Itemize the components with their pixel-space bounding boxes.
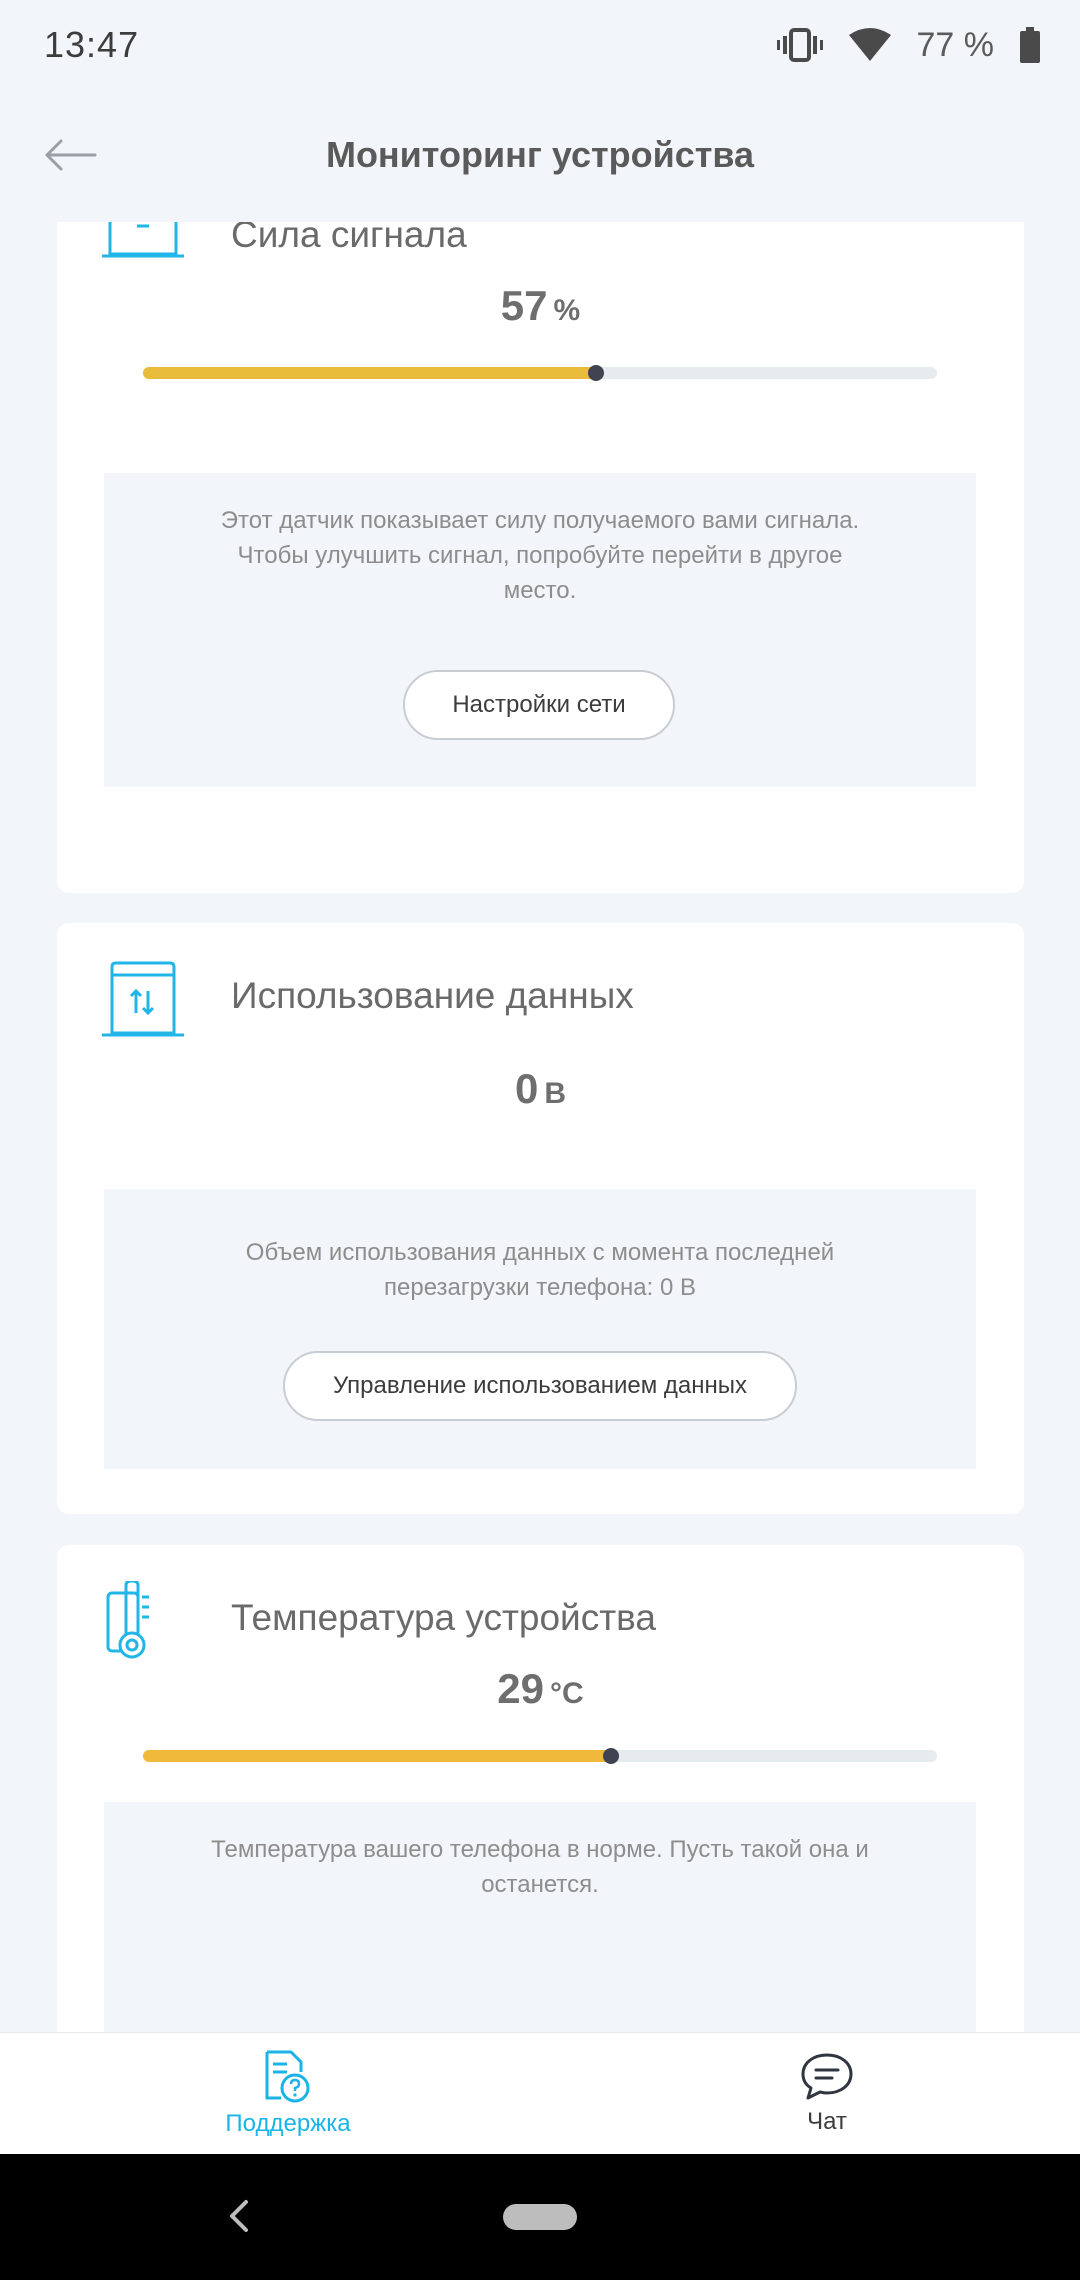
battery-percent: 77 % bbox=[916, 25, 995, 64]
nav-chat-label: Чат bbox=[807, 2108, 847, 2135]
temperature-title: Температура устройства bbox=[231, 1597, 656, 1638]
app-header: Мониторинг устройства bbox=[0, 90, 1080, 220]
temperature-knob bbox=[603, 1748, 620, 1764]
temperature-info-box: Температура вашего телефона в норме. Пус… bbox=[104, 1802, 976, 2032]
network-settings-button[interactable]: Настройки сети bbox=[403, 670, 675, 740]
back-button[interactable] bbox=[40, 125, 100, 185]
temperature-value: 29 °C bbox=[497, 1665, 584, 1712]
battery-icon bbox=[1020, 27, 1040, 63]
system-back-icon[interactable] bbox=[220, 2196, 260, 2236]
monitoring-list[interactable]: Сила сигнала 57% Этот датчик показывает … bbox=[0, 222, 1080, 2032]
data-usage-info-box: Объем использования данных с момента пос… bbox=[104, 1189, 976, 1469]
data-usage-value: 0B bbox=[514, 1065, 567, 1112]
bottom-nav: Поддержка Чат bbox=[0, 2032, 1080, 2154]
back-arrow-icon bbox=[45, 139, 97, 171]
router-icon bbox=[102, 222, 184, 258]
temperature-bar bbox=[143, 1748, 937, 1764]
status-bar: 13:47 77 % bbox=[0, 0, 1080, 90]
data-usage-title: Использование данных bbox=[231, 975, 634, 1016]
signal-info-box: Этот датчик показывает силу получаемого … bbox=[104, 473, 976, 787]
signal-title: Сила сигнала bbox=[231, 222, 467, 255]
nav-support-label: Поддержка bbox=[225, 2110, 351, 2137]
temperature-fill bbox=[143, 1750, 612, 1762]
temperature-card: Температура устройства 29 °C Температура … bbox=[57, 1545, 1024, 2032]
nav-chat[interactable]: Чат bbox=[677, 2033, 977, 2155]
support-document-icon bbox=[265, 2050, 310, 2103]
system-nav-bar bbox=[0, 2154, 1080, 2280]
data-transfer-icon bbox=[102, 961, 184, 1037]
vibrate-icon bbox=[776, 28, 823, 62]
status-icons: 77 % bbox=[776, 25, 1040, 65]
signal-card: Сила сигнала 57% Этот датчик показывает … bbox=[57, 222, 1024, 893]
page-title: Мониторинг устройства bbox=[325, 134, 755, 175]
wifi-icon bbox=[848, 28, 891, 62]
chat-bubble-icon bbox=[801, 2053, 853, 2100]
status-time: 13:47 bbox=[44, 24, 140, 65]
data-usage-card: Использование данных 0B Объем использова… bbox=[57, 923, 1024, 1514]
manage-data-usage-button[interactable]: Управление использованием данных bbox=[283, 1351, 797, 1421]
signal-strength-fill bbox=[143, 367, 596, 379]
signal-strength-knob bbox=[587, 365, 604, 381]
data-usage-info-text: Объем использования данных с момента пос… bbox=[245, 1239, 835, 1301]
nav-support[interactable]: Поддержка bbox=[138, 2033, 438, 2155]
thermometer-icon bbox=[106, 1581, 149, 1659]
temperature-info-text: Температура вашего телефона в норме. Пус… bbox=[211, 1836, 869, 1898]
signal-value: 57% bbox=[500, 282, 581, 329]
signal-info-text: Этот датчик показывает силу получаемого … bbox=[220, 507, 860, 604]
signal-strength-bar bbox=[143, 365, 937, 381]
system-home-pill[interactable] bbox=[503, 2204, 577, 2230]
